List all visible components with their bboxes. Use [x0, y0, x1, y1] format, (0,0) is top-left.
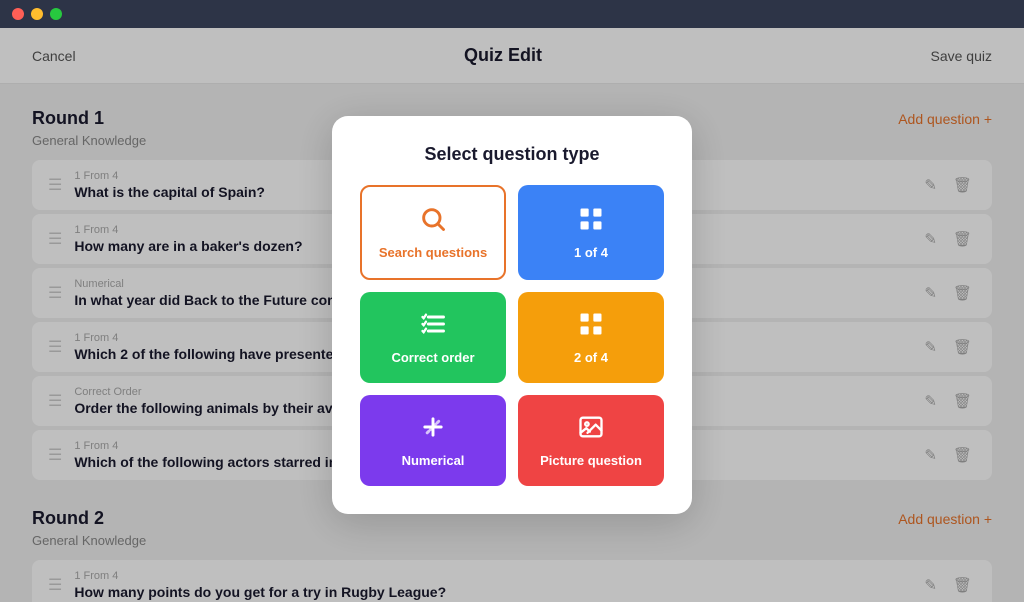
image-icon — [577, 413, 605, 445]
search-icon — [419, 205, 447, 237]
search-questions-button[interactable]: Search questions — [360, 185, 506, 280]
traffic-light-yellow[interactable] — [31, 8, 43, 20]
1of4-label: 1 of 4 — [574, 245, 608, 260]
grid-icon — [577, 205, 605, 237]
2of4-button[interactable]: 2 of 4 — [518, 292, 664, 383]
modal-title: Select question type — [360, 144, 664, 165]
numerical-label: Numerical — [402, 453, 465, 468]
multi-grid-icon — [577, 310, 605, 342]
search-questions-label: Search questions — [379, 245, 487, 260]
correct-order-label: Correct order — [391, 350, 474, 365]
select-question-type-modal: Select question type Search questions — [332, 116, 692, 514]
title-bar — [0, 0, 1024, 28]
list-icon — [419, 310, 447, 342]
app: Cancel Quiz Edit Save quiz Round 1Add qu… — [0, 28, 1024, 602]
1of4-button[interactable]: 1 of 4 — [518, 185, 664, 280]
numerical-icon — [419, 413, 447, 445]
picture-question-button[interactable]: Picture question — [518, 395, 664, 486]
correct-order-button[interactable]: Correct order — [360, 292, 506, 383]
traffic-light-green[interactable] — [50, 8, 62, 20]
numerical-button[interactable]: Numerical — [360, 395, 506, 486]
2of4-label: 2 of 4 — [574, 350, 608, 365]
question-type-grid: Search questions 1 of 4 — [360, 185, 664, 486]
modal-overlay[interactable]: Select question type Search questions — [0, 28, 1024, 602]
picture-question-label: Picture question — [540, 453, 642, 468]
traffic-light-red[interactable] — [12, 8, 24, 20]
